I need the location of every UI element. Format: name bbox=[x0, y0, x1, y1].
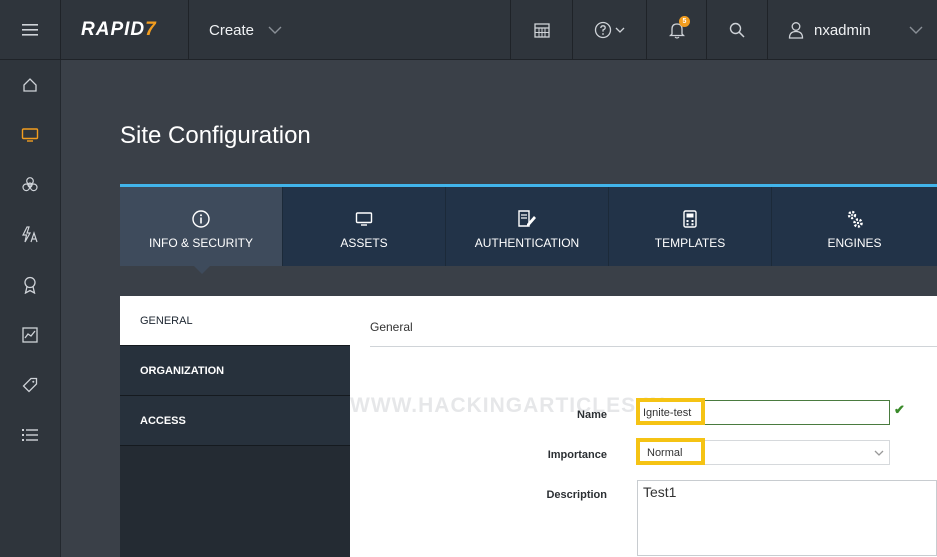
logo-text: RAPID bbox=[81, 19, 146, 40]
username: nxadmin bbox=[814, 21, 871, 39]
top-bar: RAPID7 Create 5 nxadmin bbox=[0, 0, 937, 60]
menu-button[interactable] bbox=[0, 0, 61, 60]
flash-a-icon bbox=[22, 226, 38, 243]
tab-assets[interactable]: ASSETS bbox=[283, 187, 446, 266]
chevron-down-icon bbox=[615, 27, 625, 33]
section-general[interactable]: GENERAL bbox=[120, 296, 350, 346]
user-menu[interactable]: nxadmin bbox=[768, 0, 937, 60]
tab-label: ENGINES bbox=[827, 235, 882, 250]
nav-policies[interactable] bbox=[0, 210, 60, 260]
tab-authentication[interactable]: AUTHENTICATION bbox=[446, 187, 609, 266]
description-label: Description bbox=[546, 489, 607, 501]
biohazard-icon bbox=[22, 177, 38, 192]
search-icon bbox=[729, 22, 745, 38]
logo-mark: 7 bbox=[145, 19, 157, 40]
nav-tags[interactable] bbox=[0, 360, 60, 410]
hamburger-icon bbox=[22, 24, 38, 36]
home-icon bbox=[23, 78, 37, 92]
info-icon bbox=[192, 209, 210, 228]
rapid7-logo[interactable]: RAPID7 bbox=[61, 0, 189, 60]
tab-templates[interactable]: TEMPLATES bbox=[609, 187, 772, 266]
divider bbox=[370, 346, 937, 347]
importance-value: Normal bbox=[647, 446, 683, 459]
award-icon bbox=[24, 276, 36, 294]
edit-document-icon bbox=[518, 209, 536, 227]
nav-assets[interactable] bbox=[0, 110, 60, 160]
notification-badge: 5 bbox=[679, 16, 690, 27]
monitor-icon bbox=[21, 128, 39, 142]
nav-remediations[interactable] bbox=[0, 260, 60, 310]
nav-reports[interactable] bbox=[0, 310, 60, 360]
notifications-button[interactable]: 5 bbox=[647, 0, 707, 60]
page-title: Site Configuration bbox=[120, 122, 311, 149]
nav-vulnerabilities[interactable] bbox=[0, 160, 60, 210]
tab-engines[interactable]: ENGINES bbox=[772, 187, 937, 266]
name-field[interactable] bbox=[637, 400, 890, 425]
importance-select[interactable]: Normal bbox=[637, 440, 890, 465]
help-icon bbox=[594, 21, 612, 39]
gears-icon bbox=[847, 210, 863, 228]
chevron-down-icon bbox=[874, 450, 884, 456]
description-field[interactable]: Test1 bbox=[637, 480, 937, 556]
calculator-icon bbox=[683, 209, 697, 228]
calendar-icon bbox=[533, 23, 550, 38]
tag-icon bbox=[22, 377, 38, 393]
user-icon bbox=[788, 22, 804, 39]
chart-icon bbox=[22, 327, 38, 343]
create-label: Create bbox=[209, 21, 255, 39]
tab-label: ASSETS bbox=[340, 235, 388, 250]
tab-info-security[interactable]: INFO & SECURITY bbox=[120, 187, 283, 274]
importance-label: Importance bbox=[547, 449, 607, 461]
chevron-down-icon bbox=[909, 26, 923, 34]
tab-label: AUTHENTICATION bbox=[474, 235, 580, 250]
search-button[interactable] bbox=[707, 0, 768, 60]
name-label: Name bbox=[577, 409, 607, 421]
tab-label: INFO & SECURITY bbox=[148, 235, 253, 250]
list-icon bbox=[22, 429, 38, 441]
calendar-button[interactable] bbox=[511, 0, 573, 60]
section-access[interactable]: ACCESS bbox=[120, 396, 350, 446]
section-nav: GENERAL ORGANIZATION ACCESS bbox=[120, 296, 350, 557]
create-menu[interactable]: Create bbox=[189, 0, 511, 60]
monitor-icon bbox=[355, 211, 373, 226]
config-tabs: INFO & SECURITY ASSETS AUTHENTICATION TE… bbox=[120, 184, 937, 274]
section-organization[interactable]: ORGANIZATION bbox=[120, 346, 350, 396]
tab-label: TEMPLATES bbox=[654, 235, 726, 250]
panel-header: General bbox=[370, 320, 413, 334]
chevron-down-icon bbox=[268, 26, 282, 34]
left-nav bbox=[0, 60, 61, 557]
valid-check-icon: ✔ bbox=[894, 402, 905, 417]
nav-administration[interactable] bbox=[0, 410, 60, 460]
help-menu[interactable] bbox=[573, 0, 647, 60]
nav-home[interactable] bbox=[0, 60, 60, 110]
